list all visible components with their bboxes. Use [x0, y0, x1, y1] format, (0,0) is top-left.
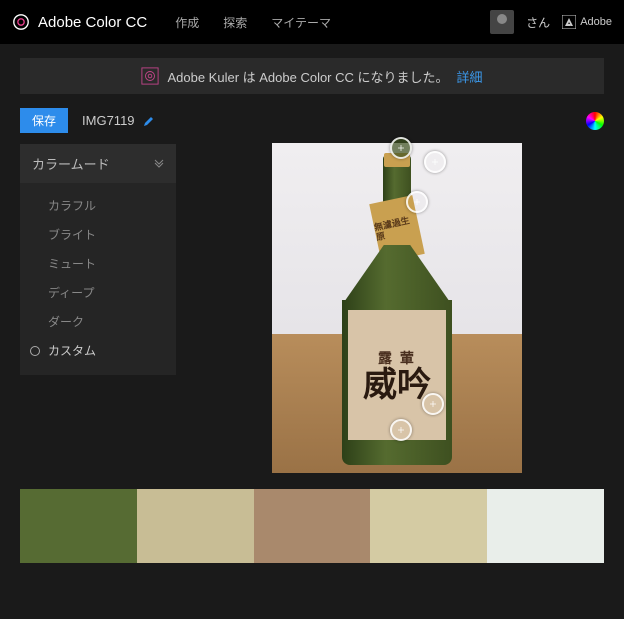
save-button[interactable]: 保存 [20, 108, 68, 133]
source-image[interactable]: 無濾過生原 露 葷 威吟 [272, 143, 522, 473]
mood-mute[interactable]: ミュート [20, 249, 176, 278]
color-picker-4[interactable] [422, 393, 444, 415]
mood-dark[interactable]: ダーク [20, 307, 176, 336]
edit-pencil-icon[interactable] [143, 115, 155, 127]
mood-list: カラフル ブライト ミュート ディープ ダーク カスタム [20, 183, 176, 375]
nav-mythemes[interactable]: マイテーマ [271, 14, 331, 31]
radio-icon [30, 346, 40, 356]
swatch-5[interactable] [487, 489, 604, 563]
color-picker-5[interactable] [390, 419, 412, 441]
user-suffix: さん [526, 14, 550, 31]
info-banner: Adobe Kuler は Adobe Color CC になりました。 詳細 [20, 58, 604, 94]
swatch-1[interactable] [20, 489, 137, 563]
theme-title-area: IMG7119 [82, 113, 155, 128]
nav-explore[interactable]: 探索 [223, 14, 247, 31]
theme-title: IMG7119 [82, 113, 135, 128]
mood-deep[interactable]: ディープ [20, 278, 176, 307]
swatch-3[interactable] [254, 489, 371, 563]
mood-bright[interactable]: ブライト [20, 220, 176, 249]
nav-create[interactable]: 作成 [175, 14, 199, 31]
avatar[interactable] [490, 10, 514, 34]
main-nav: 作成 探索 マイテーマ [175, 14, 331, 31]
banner-details-link[interactable]: 詳細 [457, 67, 483, 86]
adobe-logo-icon [562, 15, 576, 29]
app-header: Adobe Color CC 作成 探索 マイテーマ さん Adobe [0, 0, 624, 44]
swatch-4[interactable] [370, 489, 487, 563]
app-title: Adobe Color CC [38, 14, 147, 31]
adobe-brand-label: Adobe [580, 16, 612, 28]
chevron-up-icon [154, 159, 164, 169]
toolbar: 保存 IMG7119 [0, 94, 624, 143]
palette-swatches [20, 489, 604, 563]
kuler-icon [141, 67, 159, 85]
main-area: カラームード カラフル ブライト ミュート ディープ ダーク カスタム 無濾過 [0, 143, 624, 473]
color-mood-panel: カラームード カラフル ブライト ミュート ディープ ダーク カスタム [20, 143, 176, 375]
color-picker-3[interactable] [406, 191, 428, 213]
mood-colorful[interactable]: カラフル [20, 191, 176, 220]
mood-custom[interactable]: カスタム [20, 336, 176, 365]
panel-title: カラームード [32, 154, 110, 173]
header-right: さん Adobe [490, 10, 612, 34]
color-picker-2[interactable] [424, 151, 446, 173]
logo-area[interactable]: Adobe Color CC [12, 13, 147, 31]
color-wheel-button[interactable] [586, 112, 604, 130]
banner-text: Adobe Kuler は Adobe Color CC になりました。 [167, 67, 448, 86]
color-logo-icon [12, 13, 30, 31]
sidebar: カラームード カラフル ブライト ミュート ディープ ダーク カスタム [20, 143, 176, 473]
color-mood-panel-header[interactable]: カラームード [20, 143, 176, 183]
adobe-brand-link[interactable]: Adobe [562, 15, 612, 29]
swatch-2[interactable] [137, 489, 254, 563]
image-canvas: 無濾過生原 露 葷 威吟 [190, 143, 604, 473]
color-picker-1[interactable] [390, 137, 412, 159]
